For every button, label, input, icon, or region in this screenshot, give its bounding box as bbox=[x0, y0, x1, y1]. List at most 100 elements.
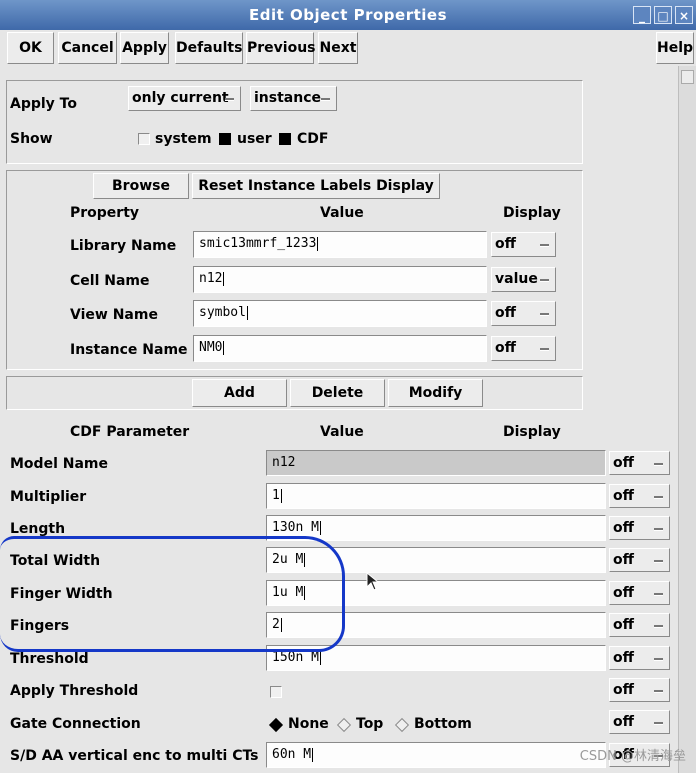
total-width-value: 2u M bbox=[272, 552, 304, 567]
system-label: system bbox=[155, 131, 212, 147]
cell-name-input[interactable]: n12 bbox=[193, 266, 487, 293]
threshold-value: 150n M bbox=[272, 650, 319, 665]
instance-display-select[interactable]: off bbox=[491, 336, 556, 361]
length-input[interactable]: 130n M bbox=[266, 515, 606, 541]
system-checkbox[interactable] bbox=[138, 133, 150, 145]
add-button[interactable]: Add bbox=[192, 379, 287, 407]
multiplier-value: 1 bbox=[272, 488, 280, 503]
param-apply-threshold: Apply Threshold bbox=[10, 683, 139, 699]
reset-instance-labels-button[interactable]: Reset Instance Labels Display bbox=[192, 173, 440, 199]
cancel-button[interactable]: Cancel bbox=[58, 32, 117, 64]
gate-bottom-label: Bottom bbox=[414, 716, 472, 732]
view-display-select[interactable]: off bbox=[491, 301, 556, 326]
next-button[interactable]: Next bbox=[318, 32, 358, 64]
view-name-value: symbol bbox=[199, 305, 246, 320]
ok-button[interactable]: OK bbox=[7, 32, 54, 64]
dropdown-icon bbox=[654, 690, 663, 693]
cdf-checkbox[interactable] bbox=[279, 133, 291, 145]
cdf-label: CDF bbox=[297, 131, 329, 147]
length-value: 130n M bbox=[272, 520, 319, 535]
gate-bottom-radio[interactable] bbox=[394, 717, 410, 733]
watermark: CSDN @林清海垒 bbox=[579, 749, 686, 764]
browse-button[interactable]: Browse bbox=[93, 173, 189, 199]
apply-target-value: instance bbox=[254, 90, 321, 106]
gate-none-radio[interactable] bbox=[268, 717, 284, 733]
defaults-button[interactable]: Defaults bbox=[175, 32, 243, 64]
multiplier-input[interactable]: 1 bbox=[266, 483, 606, 509]
cdf-display-header: Display bbox=[503, 424, 561, 440]
minimize-icon[interactable]: _ bbox=[633, 6, 651, 24]
param-length: Length bbox=[10, 521, 66, 537]
dropdown-icon bbox=[225, 98, 234, 101]
apply-scope-select[interactable]: only current bbox=[128, 86, 241, 111]
instance-name-input[interactable]: NM0 bbox=[193, 335, 487, 362]
threshold-input[interactable]: 150n M bbox=[266, 645, 606, 671]
previous-button[interactable]: Previous bbox=[246, 32, 316, 64]
param-fingers: Fingers bbox=[10, 618, 70, 634]
finger-width-display-select[interactable]: off bbox=[609, 581, 670, 605]
param-finger-width: Finger Width bbox=[10, 586, 113, 602]
gate-connection-display-select[interactable]: off bbox=[609, 710, 670, 734]
apply-threshold-checkbox[interactable] bbox=[270, 686, 282, 698]
mouse-pointer-icon bbox=[366, 572, 380, 591]
dropdown-icon bbox=[321, 98, 330, 101]
library-name-value: smic13mmrf_1233 bbox=[199, 236, 317, 251]
display-value: off bbox=[495, 236, 516, 252]
dropdown-icon bbox=[540, 279, 549, 282]
param-threshold: Threshold bbox=[10, 651, 89, 667]
delete-button[interactable]: Delete bbox=[290, 379, 385, 407]
view-name-input[interactable]: symbol bbox=[193, 300, 487, 327]
multiplier-display-select[interactable]: off bbox=[609, 484, 670, 508]
total-width-input[interactable]: 2u M bbox=[266, 547, 606, 573]
param-gate-connection: Gate Connection bbox=[10, 716, 141, 732]
cdf-value-header: Value bbox=[320, 424, 364, 440]
dropdown-icon bbox=[654, 625, 663, 628]
apply-scope-value: only current bbox=[132, 90, 229, 106]
sd-aa-enc-input[interactable]: 60n M bbox=[266, 742, 606, 768]
title-bar: Edit Object Properties _ □ × bbox=[0, 0, 696, 30]
apply-target-select[interactable]: instance bbox=[250, 86, 337, 111]
maximize-icon[interactable]: □ bbox=[654, 6, 672, 24]
property-name-library: Library Name bbox=[70, 238, 177, 254]
value-header: Value bbox=[320, 205, 364, 221]
display-value: off bbox=[613, 520, 634, 536]
dropdown-icon bbox=[654, 496, 663, 499]
cell-name-value: n12 bbox=[199, 271, 223, 286]
vertical-scrollbar[interactable] bbox=[678, 66, 696, 773]
dropdown-icon bbox=[654, 463, 663, 466]
help-button[interactable]: Help bbox=[656, 32, 694, 64]
gate-top-radio[interactable] bbox=[336, 717, 352, 733]
dropdown-icon bbox=[654, 560, 663, 563]
fingers-input[interactable]: 2 bbox=[266, 612, 606, 638]
library-display-select[interactable]: off bbox=[491, 232, 556, 257]
dropdown-icon bbox=[654, 593, 663, 596]
library-name-input[interactable]: smic13mmrf_1233 bbox=[193, 231, 487, 258]
apply-to-label: Apply To bbox=[10, 96, 77, 112]
gate-top-label: Top bbox=[356, 716, 384, 732]
total-width-display-select[interactable]: off bbox=[609, 548, 670, 572]
param-total-width: Total Width bbox=[10, 553, 101, 569]
cdf-parameter-header: CDF Parameter bbox=[70, 424, 190, 440]
user-checkbox[interactable] bbox=[219, 133, 231, 145]
display-value: off bbox=[613, 455, 634, 471]
display-value: off bbox=[613, 650, 634, 666]
close-icon[interactable]: × bbox=[675, 6, 693, 24]
apply-button[interactable]: Apply bbox=[120, 32, 169, 64]
dropdown-icon bbox=[654, 528, 663, 531]
cell-display-select[interactable]: value bbox=[491, 267, 556, 292]
modify-button[interactable]: Modify bbox=[388, 379, 483, 407]
property-name-instance: Instance Name bbox=[70, 342, 188, 358]
dropdown-icon bbox=[540, 348, 549, 351]
apply-threshold-display-select[interactable]: off bbox=[609, 678, 670, 702]
property-name-cell: Cell Name bbox=[70, 273, 150, 289]
length-display-select[interactable]: off bbox=[609, 516, 670, 540]
threshold-display-select[interactable]: off bbox=[609, 646, 670, 670]
display-header: Display bbox=[503, 205, 561, 221]
gate-none-label: None bbox=[288, 716, 329, 732]
dropdown-icon bbox=[654, 722, 663, 725]
show-label: Show bbox=[10, 131, 53, 147]
fingers-display-select[interactable]: off bbox=[609, 613, 670, 637]
finger-width-input[interactable]: 1u M bbox=[266, 580, 606, 606]
scroll-up-icon[interactable] bbox=[681, 70, 694, 84]
model-name-display-select[interactable]: off bbox=[609, 451, 670, 475]
